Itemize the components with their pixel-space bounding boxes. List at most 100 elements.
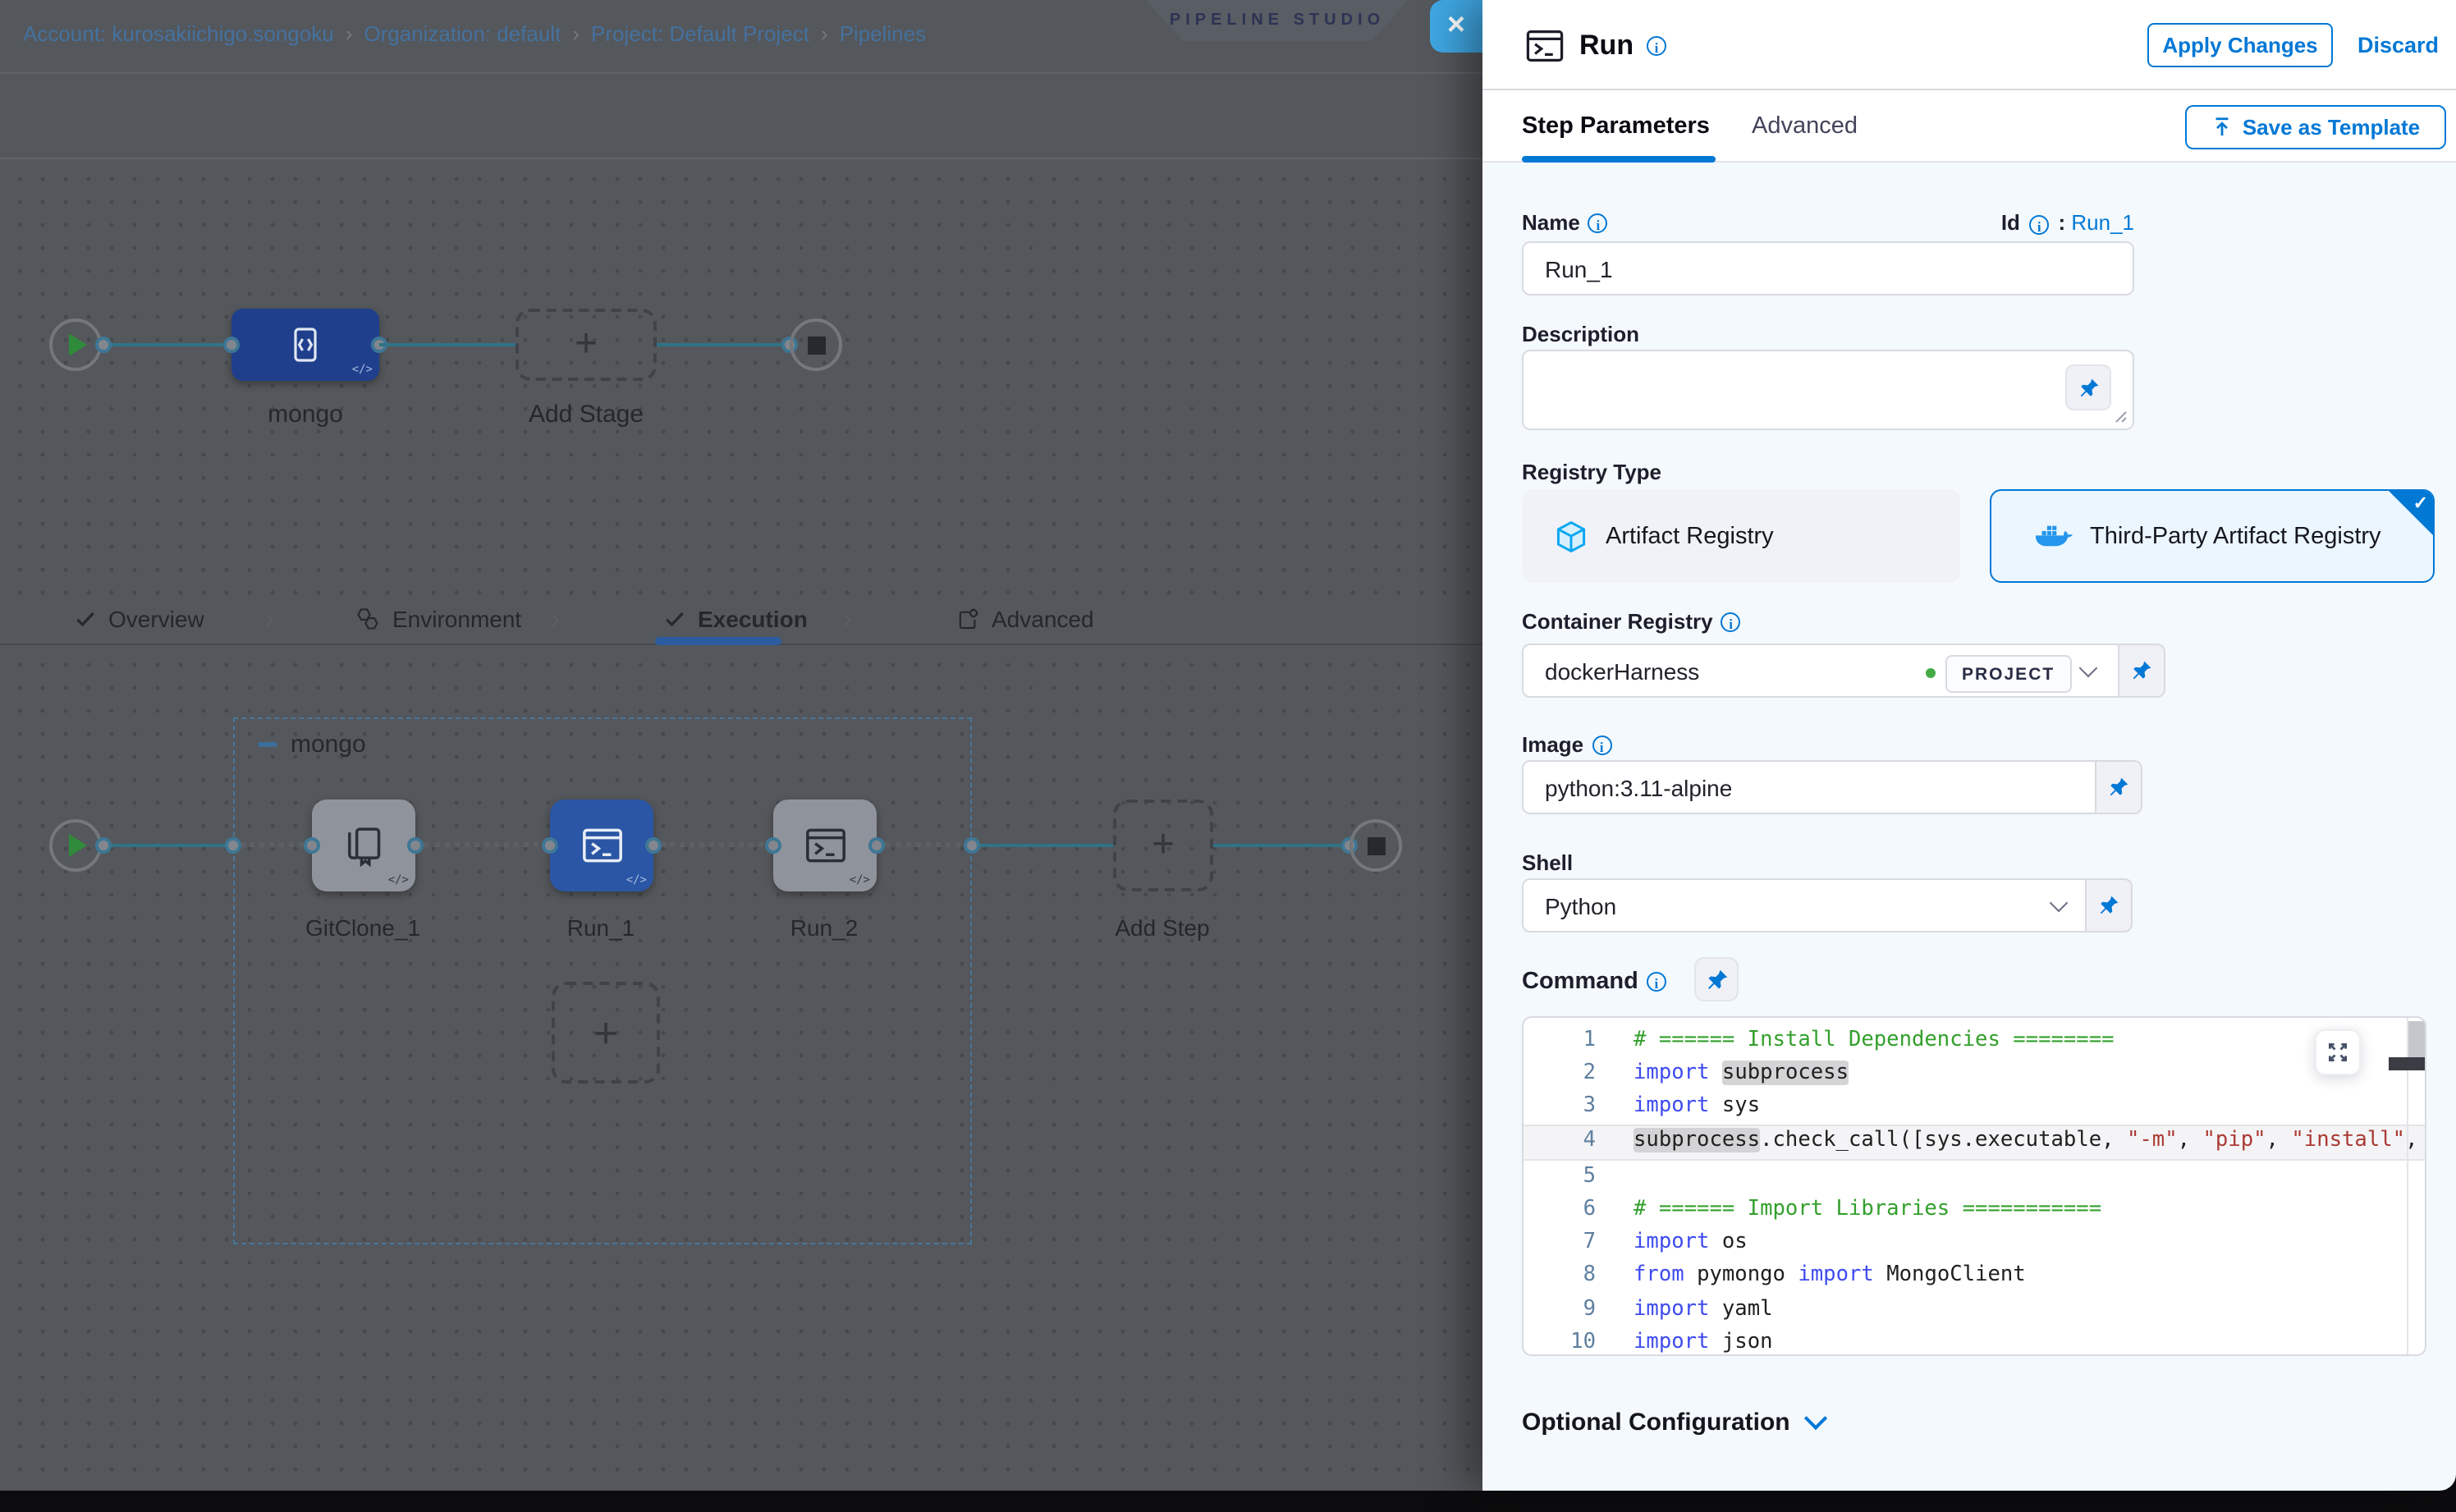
tab-label: Environment [392, 606, 521, 632]
step-label[interactable]: GitClone_1 [289, 914, 437, 941]
connector-port [95, 837, 112, 854]
step-node-gitclone-1[interactable]: </> [312, 800, 415, 891]
breadcrumb-separator: › [821, 21, 828, 46]
code-line[interactable]: 9import yaml [1524, 1293, 2425, 1326]
stage-label[interactable]: mongo [231, 401, 379, 428]
info-icon[interactable]: i [1647, 36, 1666, 56]
command-code-editor[interactable]: 1# ====== Install Dependencies ========2… [1522, 1016, 2426, 1356]
fullscreen-icon [2326, 1041, 2349, 1064]
pipeline-studio-screen: Account: kurosakiichigo.songoku › Organiza… [0, 0, 2456, 1512]
hexagons-icon [355, 606, 381, 632]
image-value: python:3.11-alpine [1545, 774, 1732, 800]
add-stage-button[interactable]: + [515, 309, 657, 381]
line-number: 4 [1524, 1125, 1596, 1158]
step-group-label[interactable]: mongo [291, 731, 366, 758]
code-line[interactable]: 10import json [1524, 1326, 2425, 1356]
connector-port [542, 837, 558, 854]
pin-runtime-input-button[interactable] [2119, 644, 2165, 698]
tab-environment[interactable]: Environment [355, 606, 521, 632]
tab-label: Overview [108, 606, 204, 632]
connector-port [95, 337, 112, 353]
add-step-label[interactable]: Add Step [1088, 914, 1236, 941]
save-as-template-button[interactable]: Save as Template [2185, 105, 2446, 149]
info-icon[interactable]: i [1647, 972, 1666, 992]
breadcrumb-link[interactable]: Project: Default Project [591, 21, 809, 46]
code-line[interactable]: 7import os [1524, 1226, 2425, 1259]
artifact-registry-icon [1553, 518, 1589, 554]
info-icon[interactable]: i [1588, 213, 1608, 232]
step-node-run-1[interactable]: </> [550, 800, 653, 891]
step-config-panel: Run i Apply Changes Discard Step Paramet… [1482, 0, 2456, 1491]
id-value-link[interactable]: Run_1 [2071, 210, 2134, 235]
code-line[interactable]: 3import sys [1524, 1091, 2425, 1124]
registry-option-artifact[interactable]: Artifact Registry [1522, 489, 1960, 583]
close-panel-button[interactable]: × [1430, 0, 1482, 53]
connectivity-status-dot [1926, 668, 1936, 678]
line-number: 3 [1524, 1091, 1596, 1124]
dotted-connector [241, 842, 312, 847]
command-label: Command [1522, 969, 1638, 995]
code-text: # ====== Import Libraries =========== [1596, 1194, 2101, 1226]
info-icon[interactable]: i [1721, 612, 1741, 631]
tab-overview[interactable]: Overview [74, 606, 204, 632]
collapse-group-icon[interactable] [258, 742, 277, 746]
stop-icon [807, 336, 825, 354]
chevron-right-icon: › [264, 604, 276, 637]
scope-badge-label: PROJECT [1962, 664, 2055, 684]
tab-advanced[interactable]: Advanced [1752, 113, 1858, 140]
step-label[interactable]: Run_1 [527, 914, 675, 941]
code-line[interactable]: 8from pymongo import MongoClient [1524, 1260, 2425, 1293]
add-parallel-step-button[interactable]: + [552, 982, 660, 1084]
pin-runtime-input-button[interactable] [2096, 760, 2142, 814]
step-node-run-2[interactable]: </> [773, 800, 877, 891]
breadcrumb-separator: › [346, 21, 353, 46]
apply-changes-button[interactable]: Apply Changes [2147, 23, 2333, 67]
tab-execution[interactable]: Execution [663, 606, 808, 632]
yaml-code-badge: </> [626, 873, 647, 887]
tab-step-parameters[interactable]: Step Parameters [1522, 113, 1710, 140]
breadcrumb-link[interactable]: Account: kurosakiichigo.songoku [23, 21, 334, 46]
description-textarea[interactable] [1522, 350, 2134, 430]
optional-configuration-toggle[interactable]: Optional Configuration [1522, 1409, 1825, 1436]
container-registry-label-row: Container Registry i [1522, 609, 1741, 634]
pin-runtime-input-button[interactable] [1694, 957, 1739, 1001]
code-text: import json [1596, 1326, 1773, 1356]
tab-advanced[interactable]: Advanced [955, 606, 1094, 632]
resize-handle-icon[interactable] [2115, 410, 2128, 424]
add-step-button[interactable]: + [1113, 800, 1213, 891]
discard-button[interactable]: Discard [2357, 33, 2439, 57]
connector-line [657, 343, 793, 347]
line-number: 9 [1524, 1293, 1596, 1326]
container-registry-select[interactable]: dockerHarness PROJECT [1522, 644, 2119, 698]
pin-runtime-input-button[interactable] [2065, 364, 2111, 410]
code-line[interactable]: 5 [1524, 1161, 2425, 1194]
step-label[interactable]: Run_2 [750, 914, 898, 941]
scrollbar-thumb[interactable] [2408, 1021, 2425, 1057]
chevron-down-icon[interactable] [2050, 894, 2069, 913]
add-stage-label[interactable]: Add Stage [515, 401, 657, 428]
stage-node-mongo[interactable]: </> [231, 309, 379, 381]
scope-badge: PROJECT [1945, 655, 2071, 693]
code-line[interactable]: 6# ====== Import Libraries =========== [1524, 1194, 2425, 1226]
registry-option-third-party[interactable]: Third-Party Artifact Registry ✓ [1990, 489, 2435, 583]
info-icon[interactable]: i [2029, 214, 2049, 234]
code-line[interactable]: 1# ====== Install Dependencies ======== [1524, 1024, 2425, 1057]
image-input[interactable]: python:3.11-alpine [1522, 760, 2096, 814]
description-label-text: Description [1522, 322, 1639, 346]
play-icon [69, 333, 87, 356]
stage-graph-canvas[interactable] [0, 159, 1482, 601]
expand-editor-button[interactable] [2315, 1029, 2361, 1075]
breadcrumb[interactable]: Account: kurosakiichigo.songoku › Organiza… [23, 21, 926, 46]
scrollbar-marker[interactable] [2389, 1057, 2425, 1070]
pin-runtime-input-button[interactable] [2087, 878, 2133, 932]
info-icon[interactable]: i [1592, 735, 1611, 754]
pipeline-end-node [790, 318, 842, 371]
name-input[interactable]: Run_1 [1522, 241, 2134, 296]
code-line[interactable]: 4subprocess.check_call([sys.executable, … [1524, 1124, 2425, 1160]
chevron-down-icon[interactable] [2079, 659, 2098, 678]
shell-select[interactable]: Python [1522, 878, 2087, 932]
code-line[interactable]: 2import subprocess [1524, 1057, 2425, 1090]
code-text: subprocess.check_call([sys.executable, "… [1596, 1125, 2418, 1158]
breadcrumb-link[interactable]: Organization: default [364, 21, 561, 46]
breadcrumb-link[interactable]: Pipelines [840, 21, 927, 46]
